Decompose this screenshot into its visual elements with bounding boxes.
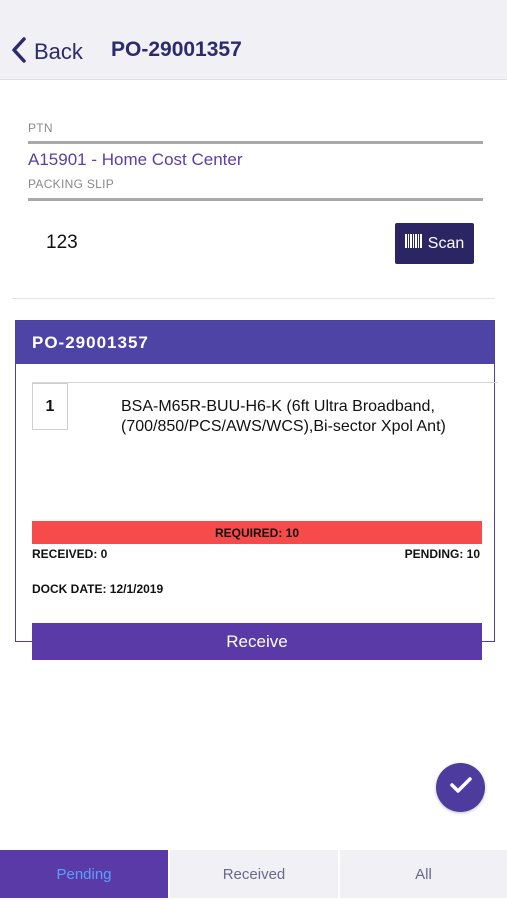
packing-slip-divider xyxy=(28,198,483,201)
scan-button[interactable]: Scan xyxy=(395,223,474,264)
po-card-title: PO-29001357 xyxy=(16,321,494,364)
item-divider xyxy=(32,382,498,383)
tab-received[interactable]: Received xyxy=(170,850,338,898)
received-count: RECEIVED: 0 xyxy=(32,547,108,561)
ptn-value[interactable]: A15901 - Home Cost Center xyxy=(28,150,243,170)
pending-count: PENDING: 10 xyxy=(404,547,480,561)
barcode-icon xyxy=(404,234,428,253)
quantity-box: 1 xyxy=(32,383,68,430)
back-button[interactable]: Back xyxy=(10,36,83,68)
po-card: PO-29001357 1 BSA-M65R-BUU-H6-K (6ft Ult… xyxy=(15,320,498,660)
tab-pending[interactable]: Pending xyxy=(0,850,168,898)
packing-slip-label: PACKING SLIP xyxy=(28,177,115,191)
item-description: BSA-M65R-BUU-H6-K (6ft Ultra Broadband, … xyxy=(121,398,446,435)
confirm-button[interactable] xyxy=(436,763,485,812)
top-bar: Back PO-29001357 xyxy=(0,0,507,80)
page-title: PO-29001357 xyxy=(111,38,242,61)
checkmark-icon xyxy=(449,776,472,799)
back-label: Back xyxy=(34,39,83,64)
chevron-left-icon xyxy=(10,36,28,69)
ptn-label: PTN xyxy=(28,121,53,135)
receive-button[interactable]: Receive xyxy=(32,623,482,660)
required-badge: REQUIRED: 10 xyxy=(32,521,482,544)
tab-all[interactable]: All xyxy=(340,850,507,898)
packing-slip-input[interactable]: 123 xyxy=(46,232,78,254)
line-item: 1 BSA-M65R-BUU-H6-K (6ft Ultra Broadband… xyxy=(16,364,498,660)
dock-date: DOCK DATE: 12/1/2019 xyxy=(32,582,164,596)
section-divider xyxy=(12,298,495,299)
scan-label: Scan xyxy=(427,234,465,252)
bottom-tab-bar: Pending Received All xyxy=(0,850,507,900)
ptn-divider xyxy=(28,141,483,144)
